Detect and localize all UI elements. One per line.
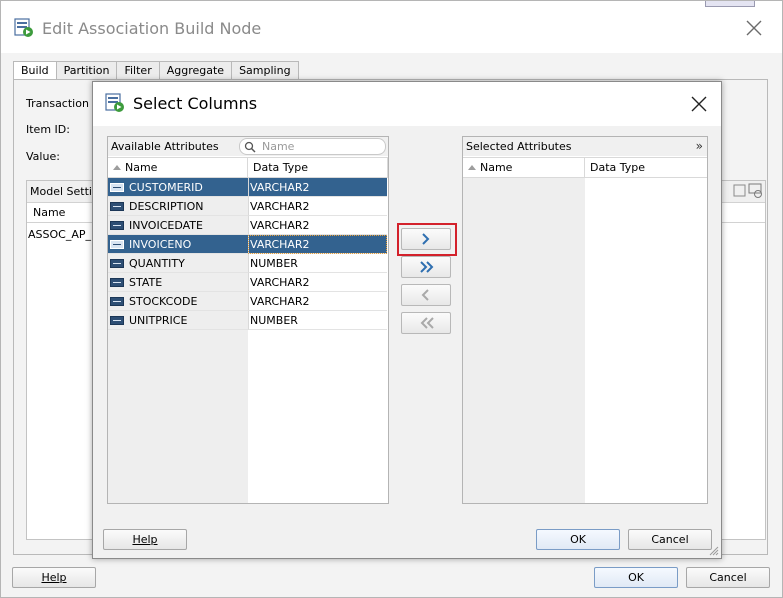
selected-column-header: Name Data Type [463,157,707,178]
resize-grip-icon[interactable] [709,546,719,556]
attribute-type: VARCHAR2 [248,273,387,292]
sort-ascending-icon [468,165,476,170]
list-item-customerid[interactable]: CUSTOMERID VARCHAR2 [108,178,387,197]
available-type-column[interactable]: Data Type [248,158,388,177]
attribute-name: DESCRIPTION [129,200,204,213]
outer-cancel-button[interactable]: Cancel [686,567,770,588]
value-label: Value: [26,150,60,163]
available-name-column-label: Name [125,161,158,174]
tab-build[interactable]: Build [13,61,57,80]
attribute-name: STATE [129,276,163,289]
double-chevron-right-icon [420,261,434,273]
varchar-type-icon [110,201,124,211]
list-item-stockcode[interactable]: STOCKCODE VARCHAR2 [108,292,387,311]
selected-attributes-header: Selected Attributes » [463,137,707,156]
attribute-type: VARCHAR2 [248,292,387,311]
attribute-type: VARCHAR2 [248,216,387,235]
build-node-icon [14,18,33,37]
list-item-invoicedate[interactable]: INVOICEDATE VARCHAR2 [108,216,387,235]
name-column-background [463,178,585,503]
attribute-name: CUSTOMERID [129,181,203,194]
selected-attributes-panel: Selected Attributes » Name Data Type [462,136,708,504]
attribute-name: INVOICEDATE [129,219,203,232]
search-input[interactable]: Name [239,138,386,155]
background-window-edge [705,1,755,7]
available-attributes-list: CUSTOMERID VARCHAR2 DESCRIPTION VARCHAR2… [108,178,388,503]
outer-help-button[interactable]: Help [12,567,96,588]
chevron-right-icon [422,233,430,245]
settings-icon[interactable] [747,182,765,200]
varchar-type-icon [110,296,124,306]
list-item-unitprice[interactable]: UNITPRICE NUMBER [108,311,387,330]
move-selected-button[interactable] [401,228,451,250]
model-settings-name-column[interactable]: Name [33,206,65,219]
remove-selected-button[interactable] [401,284,451,306]
attribute-type: VARCHAR2 [248,235,387,254]
chevron-left-icon [421,289,429,301]
varchar-type-icon [110,239,124,249]
outer-ok-button[interactable]: OK [594,567,678,588]
varchar-type-icon [110,182,124,192]
item-id-label: Item ID: [26,123,70,136]
search-icon [244,141,256,153]
attribute-name: UNITPRICE [129,314,188,327]
select-columns-dialog: Select Columns Available Attributes Name… [92,81,722,559]
attribute-type: VARCHAR2 [248,197,387,216]
varchar-type-icon [110,220,124,230]
number-type-icon [110,258,124,268]
inner-title-bar: Select Columns [93,82,721,126]
help-button[interactable]: Help [103,529,187,550]
attribute-type: NUMBER [248,311,387,330]
number-type-icon [110,315,124,325]
selected-name-column-label: Name [480,161,513,174]
available-attributes-header: Available Attributes Name [108,137,388,156]
selected-name-column[interactable]: Name [463,158,585,177]
sort-ascending-icon [113,165,121,170]
select-columns-icon [105,93,124,112]
remove-all-button[interactable] [401,312,451,334]
select-columns-title: Select Columns [133,94,258,113]
tab-aggregate[interactable]: Aggregate [158,61,233,79]
list-item-description[interactable]: DESCRIPTION VARCHAR2 [108,197,387,216]
selected-attributes-list[interactable] [463,178,707,503]
selected-type-column[interactable]: Data Type [585,158,707,177]
outer-help-label: Help [41,571,67,584]
dialog-title: Edit Association Build Node [42,19,262,38]
search-placeholder: Name [262,140,295,153]
expand-icon[interactable]: » [696,139,703,153]
help-label: Help [132,533,158,546]
tab-bar: Build Partition Filter Aggregate Samplin… [13,61,299,80]
available-name-column[interactable]: Name [108,158,248,177]
selected-attributes-title: Selected Attributes [466,140,572,153]
attribute-name: INVOICENO [129,238,192,251]
cancel-button[interactable]: Cancel [628,529,712,550]
ok-button[interactable]: OK [536,529,620,550]
available-column-header: Name Data Type [108,157,388,178]
close-icon[interactable] [689,94,709,114]
attribute-name: STOCKCODE [129,295,198,308]
attribute-type: NUMBER [248,254,387,273]
available-attributes-title: Available Attributes [111,140,219,153]
list-item-invoiceno[interactable]: INVOICENO VARCHAR2 [108,235,387,254]
attribute-type: VARCHAR2 [248,178,387,197]
outer-title-bar: Edit Association Build Node [1,1,782,53]
varchar-type-icon [110,277,124,287]
attribute-name: QUANTITY [129,257,185,270]
available-attributes-panel: Available Attributes Name Name Data Type… [107,136,389,504]
tab-sampling[interactable]: Sampling [231,61,299,79]
list-item-quantity[interactable]: QUANTITY NUMBER [108,254,387,273]
list-item-state[interactable]: STATE VARCHAR2 [108,273,387,292]
double-chevron-left-icon [420,317,434,329]
tab-partition[interactable]: Partition [55,61,118,79]
model-settings-row[interactable]: ASSOC_AP_1 [28,228,98,241]
close-icon[interactable] [744,18,764,38]
tab-filter[interactable]: Filter [116,61,160,79]
move-all-button[interactable] [401,256,451,278]
